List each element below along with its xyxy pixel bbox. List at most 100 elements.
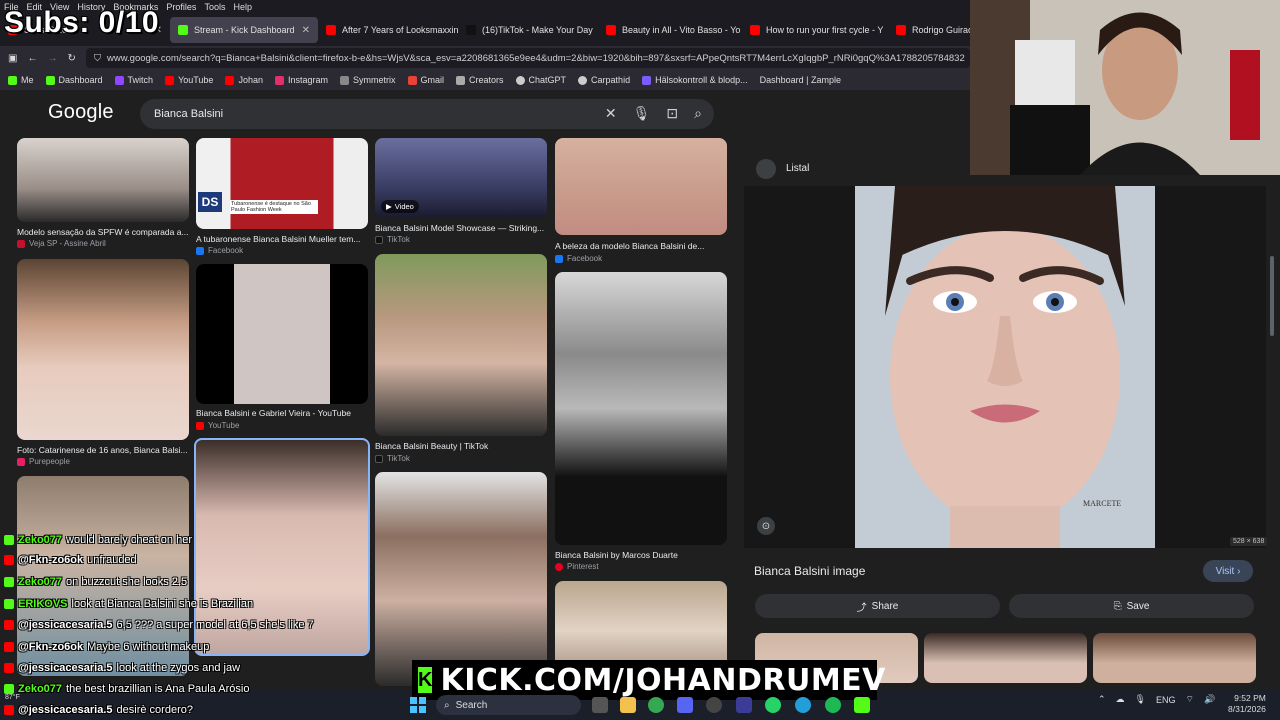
close-icon[interactable]: ✕ (302, 25, 310, 36)
result-image-2[interactable]: ▶ Video (375, 138, 547, 218)
result-caption[interactable]: Bianca Balsini Beauty | TikTok (375, 441, 547, 451)
preview-title[interactable]: Bianca Balsini image (754, 564, 865, 578)
result-image-4[interactable] (17, 259, 189, 440)
gmail-icon (407, 75, 417, 85)
google-logo[interactable]: Google (48, 101, 114, 124)
clock[interactable]: 9:52 PM 8/31/2026 (1228, 693, 1266, 715)
result-image-6[interactable] (375, 254, 547, 436)
facebook-icon (196, 246, 204, 255)
chrome-icon[interactable] (648, 697, 664, 713)
cloud-icon[interactable]: ☁ (1116, 694, 1125, 705)
obs-icon[interactable] (706, 697, 722, 713)
related-image[interactable] (924, 633, 1087, 683)
result-image-7[interactable] (555, 272, 727, 545)
sidebar-toggle-icon[interactable]: ▣ (8, 53, 17, 64)
chat-user: ERIKOVS (18, 598, 68, 610)
bookmark-creators[interactable]: Creators (456, 75, 504, 85)
tab-3[interactable]: (16)TikTok - Make Your Day✕ (458, 17, 598, 43)
taskbar-search[interactable]: ⌕ Search (436, 695, 581, 715)
save-button[interactable]: ⎘ Save (1009, 594, 1254, 618)
weather-widget[interactable]: 87°F (5, 694, 20, 702)
bookmark-chatgpt[interactable]: ChatGPT (515, 75, 566, 85)
result-source[interactable]: Purepeople (17, 457, 70, 466)
bookmark-youtube[interactable]: YouTube (165, 75, 213, 85)
result-caption[interactable]: A tubaronense Bianca Balsini Mueller tem… (196, 234, 368, 244)
result-source[interactable]: Facebook (196, 246, 243, 255)
result-caption[interactable]: Bianca Balsini e Gabriel Vieira - YouTub… (196, 408, 368, 418)
bookmark-instagram[interactable]: Instagram (274, 75, 328, 85)
search-icon[interactable]: ⌕ (694, 105, 702, 122)
bookmark-symmetrix[interactable]: Symmetrix (340, 75, 396, 85)
kick-app-icon[interactable] (854, 697, 870, 713)
tab-5[interactable]: How to run your first cycle - Y✕ (742, 17, 888, 43)
menu-help[interactable]: Help (233, 2, 252, 12)
visit-button[interactable]: Visit › (1203, 560, 1253, 582)
spotify-icon[interactable] (825, 697, 841, 713)
tab-1[interactable]: Stream - Kick Dashboard ✕ (170, 17, 318, 43)
chat-text: look at the zygos and jaw (116, 662, 241, 674)
bookmark-carpathid[interactable]: Carpathid (578, 75, 630, 85)
bookmark-twitch[interactable]: Twitch (114, 75, 153, 85)
result-caption[interactable]: A beleza da modelo Bianca Balsini de... (555, 241, 727, 251)
bookmark-zample[interactable]: Dashboard | Zample (760, 75, 841, 85)
volume-icon[interactable]: 🔊 (1204, 694, 1215, 705)
share-button[interactable]: ⤴ Share (755, 594, 1000, 618)
tab-2[interactable]: After 7 Years of Looksmaxxing✕ (318, 17, 458, 43)
reload-icon[interactable]: ↻ (67, 53, 75, 64)
preview-source[interactable]: Listal (786, 163, 809, 174)
task-view-icon[interactable] (592, 697, 608, 713)
back-icon[interactable]: ← (27, 53, 37, 64)
lens-icon[interactable]: ⊡ (666, 105, 678, 122)
app-icon[interactable] (736, 697, 752, 713)
telegram-icon[interactable] (795, 697, 811, 713)
result-image-5[interactable] (196, 264, 368, 404)
related-image[interactable] (1093, 633, 1256, 683)
youtube-icon (606, 25, 616, 35)
result-image-0[interactable] (17, 138, 189, 222)
whatsapp-icon[interactable] (765, 697, 781, 713)
menu-tools[interactable]: Tools (204, 2, 225, 12)
source-label: TikTok (387, 235, 410, 244)
result-source[interactable]: Facebook (555, 254, 602, 263)
wifi-icon[interactable]: ⌔ (1186, 694, 1194, 705)
search-input[interactable]: Bianca Balsini ✕ 🎙 ⊡ ⌕ (140, 99, 714, 129)
file-explorer-icon[interactable] (620, 697, 636, 713)
preview-image[interactable]: MARCETE (855, 186, 1155, 548)
bookmark-me[interactable]: Me (8, 75, 34, 85)
menu-profiles[interactable]: Profiles (166, 2, 196, 12)
clear-icon[interactable]: ✕ (605, 105, 617, 122)
share-label: Share (871, 600, 899, 612)
result-image-1[interactable]: DS Tubaronense é destaque no São Paulo F… (196, 138, 368, 229)
bookmark-halsokontroll[interactable]: Hälsokontroll & blodp... (642, 75, 748, 85)
microphone-icon[interactable]: 🎙 (633, 105, 651, 122)
result-image-10[interactable] (375, 472, 547, 686)
scrollbar[interactable] (1270, 256, 1274, 336)
bookmark-gmail[interactable]: Gmail (407, 75, 444, 85)
result-source[interactable]: TikTok (375, 235, 410, 244)
result-caption[interactable]: Bianca Balsini Model Showcase — Striking… (375, 223, 547, 233)
result-source[interactable]: YouTube (196, 421, 239, 430)
bookmark-johan[interactable]: Johan (225, 75, 263, 85)
tab-4[interactable]: Beauty in All - Vito Basso - Yo✕ (598, 17, 742, 43)
result-caption[interactable]: Foto: Catarinense de 16 anos, Bianca Bal… (17, 445, 189, 455)
language-indicator[interactable]: ENG (1156, 695, 1176, 705)
taskbar-search-label: Search (455, 699, 488, 711)
bookmark-dashboard[interactable]: Dashboard (45, 75, 103, 85)
microphone-icon[interactable]: 🎙 (1135, 694, 1146, 705)
result-source[interactable]: Veja SP - Assine Abril (17, 239, 106, 248)
tab-6[interactable]: Rodrigo Guirao (888, 17, 970, 43)
weather-text: 87°F (5, 694, 20, 701)
result-caption[interactable]: Modelo sensação da SPFW é comparada a... (17, 227, 189, 237)
url-bar[interactable]: ⛉ www.google.com/search?q=Bianca+Balsini… (85, 48, 970, 68)
forward-icon[interactable]: → (47, 53, 57, 64)
result-caption[interactable]: Bianca Balsini by Marcos Duarte (555, 550, 727, 560)
lens-icon[interactable]: ⊙ (757, 517, 775, 535)
facebook-icon (555, 254, 563, 263)
result-image-3[interactable] (555, 138, 727, 235)
discord-icon[interactable] (677, 697, 693, 713)
result-source[interactable]: TikTok (375, 454, 410, 463)
windows-start-icon[interactable] (410, 697, 426, 713)
chevron-up-icon[interactable]: ⌃ (1098, 694, 1106, 705)
chat-text: 6,5 ??? a super model at 6,5 she's like … (116, 619, 314, 631)
result-source[interactable]: Pinterest (555, 562, 599, 571)
